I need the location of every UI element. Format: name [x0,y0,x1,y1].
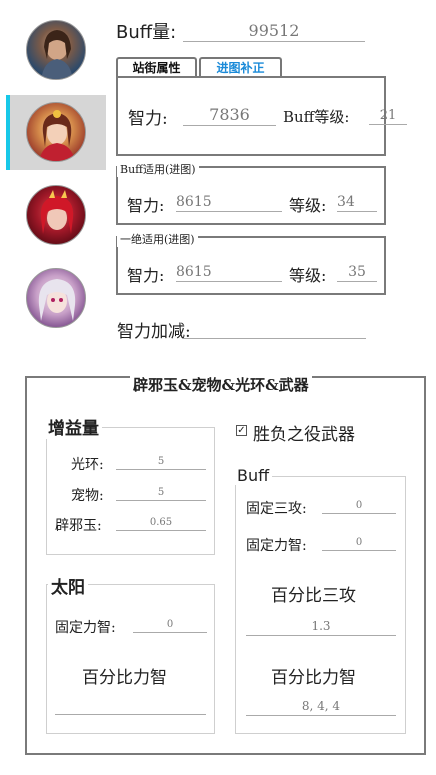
awaken-apply-int-label: 智力: [127,266,165,285]
awaken-apply-int-input[interactable]: 8615 [176,263,282,282]
buff-legend: Buff [234,466,273,485]
buff-pct-int-label: 百分比力智 [271,668,356,688]
avatar-character-1[interactable] [26,20,86,80]
buff-fixed-atk-label: 固定三攻: [246,501,307,517]
buff-apply-level-input[interactable]: 34 [337,193,377,212]
sun-pct-int-input[interactable] [55,697,206,715]
buff-amount-value[interactable]: 99512 [183,20,365,42]
street-buff-level-label: Buff等级: [283,108,350,126]
street-buff-level-input[interactable]: 21 [369,107,407,125]
jade-input[interactable]: 0.65 [116,516,206,531]
awaken-apply-level-label: 等级: [289,266,327,285]
buff-fixed-atk-input[interactable]: 0 [322,499,396,514]
sun-legend: 太阳 [48,573,88,598]
aura-label: 光环: [71,457,104,473]
weapon-checkbox-label[interactable]: 胜负之役武器 [253,420,355,445]
awaken-apply-legend: 一绝适用(进图) [117,231,198,247]
portrait-icon [41,30,73,79]
buff-apply-legend: Buff适用(进图) [117,161,199,177]
jade-label: 辟邪玉: [55,518,102,534]
sun-fixed-int-label: 固定力智: [55,620,116,636]
street-int-label: 智力: [128,109,168,129]
aura-input[interactable]: 5 [116,455,206,470]
tab-dungeon-correction[interactable]: 进图补正 [199,57,282,77]
equip-legend: 辟邪玉&宠物&光环&武器 [130,374,312,395]
buff-apply-level-label: 等级: [289,196,327,215]
pet-label: 宠物: [71,488,104,504]
buff-fixed-int-input[interactable]: 0 [322,536,396,551]
portrait-icon [40,190,74,234]
tab-street-attributes[interactable]: 站街属性 [116,57,197,77]
buff-pct-atk-label: 百分比三攻 [271,586,356,606]
int-modifier-label: 智力加减: [117,322,191,342]
awaken-apply-level-input[interactable]: 35 [337,263,377,282]
street-int-input[interactable]: 7836 [183,105,276,126]
portrait-icon [38,279,76,321]
weapon-checkbox[interactable]: ✓ [236,425,247,436]
buff-pct-atk-input[interactable]: 1.3 [246,618,396,636]
buff-apply-int-input[interactable]: 8615 [176,193,282,212]
avatar-character-3[interactable] [26,185,86,245]
gain-legend: 增益量 [45,414,102,439]
buff-amount-label: Buff量: [116,22,177,43]
buff-fixed-int-label: 固定力智: [246,538,307,554]
pet-input[interactable]: 5 [116,486,206,501]
sun-fixed-int-input[interactable]: 0 [133,618,207,633]
sun-pct-int-label: 百分比力智 [82,668,167,688]
buff-apply-int-label: 智力: [127,196,165,215]
avatar-character-4[interactable] [26,268,86,328]
portrait-icon [39,110,75,161]
int-modifier-input[interactable] [183,318,366,339]
avatar-selected-indicator [6,95,10,170]
buff-pct-int-input[interactable]: 8, 4, 4 [246,698,396,716]
avatar-character-2[interactable] [26,102,86,162]
